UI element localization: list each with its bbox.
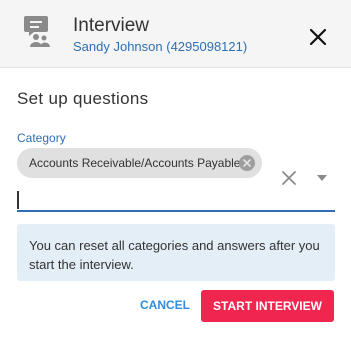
dialog-header: Interview Sandy Johnson (4295098121) [0, 0, 351, 68]
chevron-down-icon[interactable] [316, 175, 328, 181]
interview-chat-icon [24, 16, 50, 47]
category-label: Category [17, 131, 66, 145]
section-title: Set up questions [17, 89, 149, 108]
candidate-name-link[interactable]: Sandy Johnson (4295098121) [73, 39, 247, 55]
info-message: You can reset all categories and answers… [17, 224, 335, 281]
remove-chip-icon[interactable] [238, 154, 256, 172]
dialog-title: Interview [73, 15, 150, 36]
category-chip-label: Accounts Receivable/Accounts Payable [29, 156, 241, 170]
close-icon[interactable] [306, 25, 330, 49]
cancel-button[interactable]: CANCEL [140, 298, 190, 312]
text-caret [17, 191, 19, 209]
clear-icon[interactable] [280, 169, 298, 187]
category-input[interactable] [17, 186, 335, 212]
start-interview-button[interactable]: START INTERVIEW [201, 290, 334, 322]
category-chip[interactable]: Accounts Receivable/Accounts Payable [17, 148, 262, 178]
